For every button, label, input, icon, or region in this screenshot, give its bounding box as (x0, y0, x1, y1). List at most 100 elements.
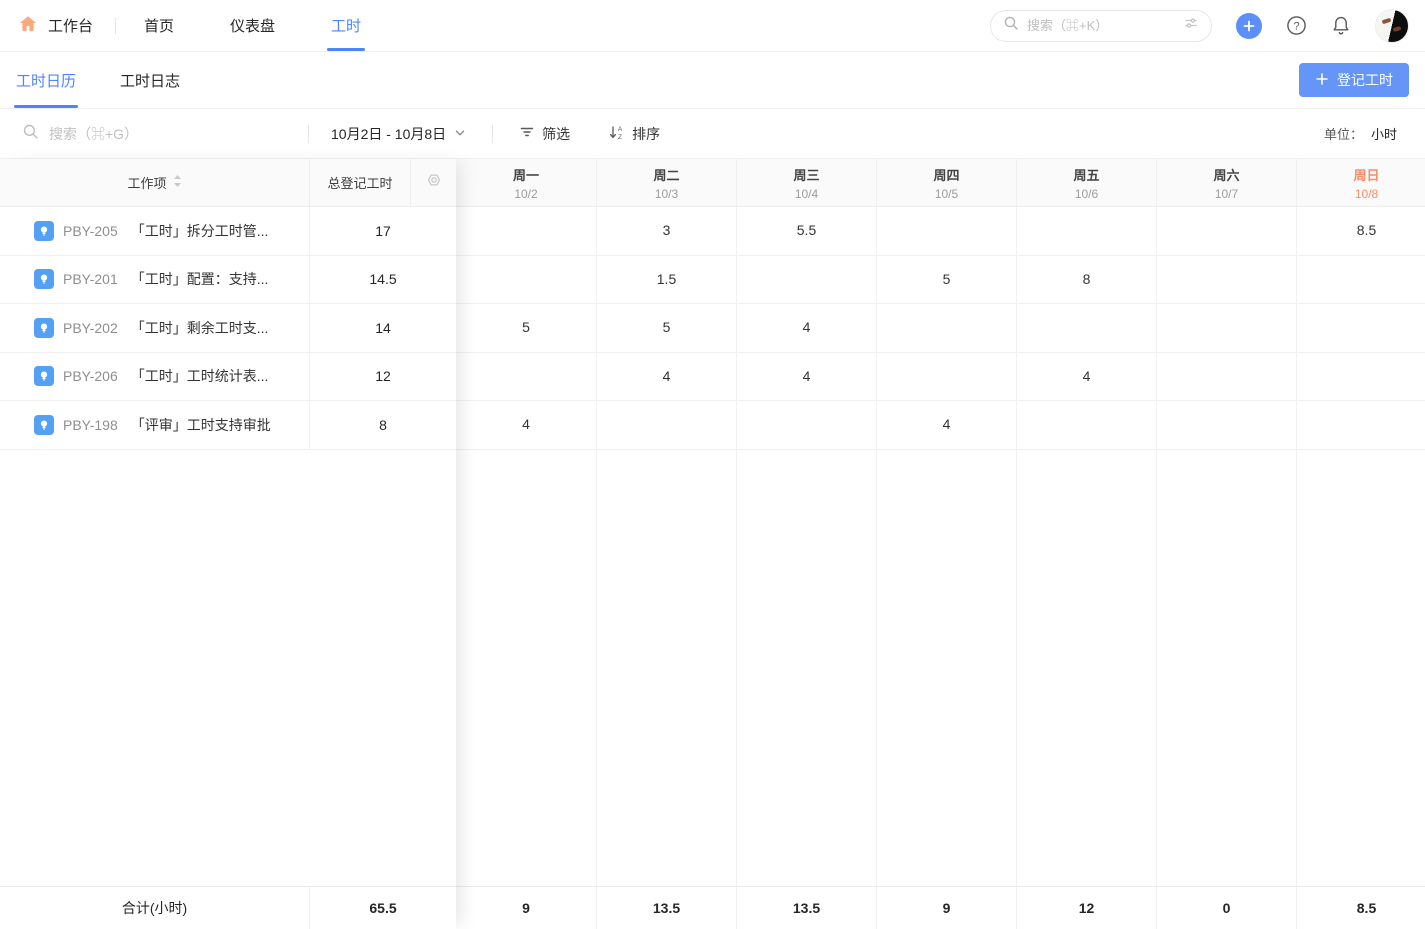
hours-cell[interactable] (597, 401, 736, 450)
work-item-cell[interactable]: PBY-202 「工时」剩余工时支... (0, 304, 310, 352)
day-header: 周六 10/7 (1157, 159, 1296, 207)
table-row[interactable]: PBY-201 「工时」配置：支持... 14.5 (0, 256, 456, 305)
hours-cell[interactable]: 4 (737, 304, 876, 353)
unit-selector[interactable]: 单位： 小时 (1324, 124, 1397, 143)
day-column-filler (597, 450, 736, 887)
hours-cell[interactable]: 4 (737, 353, 876, 402)
hours-cell[interactable]: 8 (1017, 256, 1156, 305)
table-row[interactable]: PBY-206 「工时」工时统计表... 12 (0, 353, 456, 402)
table-search[interactable] (22, 123, 308, 145)
help-icon[interactable]: ? (1286, 15, 1307, 36)
hours-cell[interactable] (1017, 207, 1156, 256)
work-item-id: PBY-202 (63, 320, 118, 336)
tab-hours-calendar[interactable]: 工时日历 (16, 52, 76, 108)
search-filter-icon[interactable] (1183, 15, 1199, 36)
footer-day-total: 8.5 (1297, 886, 1425, 929)
nav-item-hours[interactable]: 工时 (303, 0, 389, 51)
day-column-filler (1157, 450, 1296, 887)
hours-cell[interactable] (1297, 256, 1425, 305)
work-item-title: 「评审」工时支持审批 (131, 415, 271, 435)
hours-cell[interactable] (456, 207, 596, 256)
hours-cell[interactable]: 4 (456, 401, 596, 450)
create-button[interactable] (1236, 13, 1262, 39)
unit-value: 小时 (1371, 124, 1397, 143)
hours-cell[interactable] (877, 304, 1016, 353)
nav-item-home[interactable]: 首页 (116, 0, 202, 51)
hours-cell[interactable] (737, 256, 876, 305)
tab-label: 工时日志 (120, 70, 180, 91)
table-row[interactable]: PBY-198 「评审」工时支持审批 8 (0, 401, 456, 450)
search-icon (22, 123, 39, 145)
hours-cell[interactable]: 5 (877, 256, 1016, 305)
global-search[interactable] (990, 10, 1212, 42)
hours-calendar-table: 工作项 总登记工时 PBY-205 「工时」拆分工时管... 17 (0, 159, 1425, 929)
work-item-cell[interactable]: PBY-198 「评审」工时支持审批 (0, 401, 310, 449)
notifications-bell-icon[interactable] (1331, 15, 1351, 36)
work-item-cell[interactable]: PBY-206 「工时」工时统计表... (0, 353, 310, 401)
work-item-cell[interactable]: PBY-201 「工时」配置：支持... (0, 256, 310, 304)
work-item-id: PBY-205 (63, 223, 118, 239)
table-row[interactable]: PBY-205 「工时」拆分工时管... 17 (0, 207, 456, 256)
nav-item-dashboard[interactable]: 仪表盘 (202, 0, 303, 51)
total-hours-cell: 8 (310, 401, 456, 449)
day-column-sunday: 周日 10/8 8.5 8.5 (1296, 159, 1425, 929)
left-header-row: 工作项 总登记工时 (0, 159, 456, 207)
hours-cell[interactable] (877, 353, 1016, 402)
nav-item-label: 仪表盘 (230, 15, 275, 36)
hours-cell[interactable] (1297, 304, 1425, 353)
hours-cell[interactable] (1157, 207, 1296, 256)
day-header: 周三 10/4 (737, 159, 876, 207)
global-search-input[interactable] (1027, 18, 1175, 33)
hours-cell[interactable]: 5.5 (737, 207, 876, 256)
work-item-title: 「工时」剩余工时支... (131, 318, 269, 338)
hours-cell[interactable]: 4 (1017, 353, 1156, 402)
hours-cell[interactable] (1157, 353, 1296, 402)
hours-cell[interactable] (1157, 401, 1296, 450)
day-date: 10/5 (935, 187, 958, 201)
day-date: 10/3 (655, 187, 678, 201)
work-item-column-header[interactable]: 工作项 (0, 159, 310, 206)
hours-cell[interactable]: 4 (877, 401, 1016, 450)
nav-item-label: 工时 (331, 15, 361, 36)
hours-cell[interactable] (1017, 304, 1156, 353)
register-hours-button[interactable]: 登记工时 (1299, 63, 1409, 97)
work-item-type-icon (34, 269, 54, 289)
day-header: 周二 10/3 (597, 159, 736, 207)
filter-label: 筛选 (542, 124, 570, 144)
hours-cell[interactable] (456, 256, 596, 305)
nav-item-workbench[interactable]: 工作台 (18, 0, 115, 51)
search-icon (1003, 15, 1019, 36)
tab-label: 工时日历 (16, 70, 76, 91)
hours-cell[interactable] (1157, 304, 1296, 353)
hours-cell[interactable]: 1.5 (597, 256, 736, 305)
sort-az-icon: AZ (608, 124, 625, 144)
day-header-today: 周日 10/8 (1297, 159, 1425, 207)
hours-cell[interactable]: 8.5 (1297, 207, 1425, 256)
hours-cell[interactable] (1297, 401, 1425, 450)
hours-cell[interactable]: 3 (597, 207, 736, 256)
work-item-cell[interactable]: PBY-205 「工时」拆分工时管... (0, 207, 310, 255)
date-range-picker[interactable]: 10月2日 - 10月8日 (331, 124, 466, 144)
tab-hours-log[interactable]: 工时日志 (120, 52, 180, 108)
total-hours-cell: 14.5 (310, 256, 456, 304)
day-name: 周三 (793, 165, 819, 184)
register-hours-label: 登记工时 (1337, 70, 1393, 90)
table-row[interactable]: PBY-202 「工时」剩余工时支... 14 (0, 304, 456, 353)
column-settings-button[interactable] (410, 159, 456, 206)
user-avatar[interactable] (1375, 9, 1409, 43)
hours-cell[interactable]: 5 (597, 304, 736, 353)
hours-cell[interactable] (1297, 353, 1425, 402)
hours-cell[interactable] (1157, 256, 1296, 305)
day-date: 10/4 (795, 187, 818, 201)
hours-cell[interactable]: 5 (456, 304, 596, 353)
hours-cell[interactable] (737, 401, 876, 450)
hours-cell[interactable] (456, 353, 596, 402)
hours-cell[interactable] (1017, 401, 1156, 450)
filter-button[interactable]: 筛选 (519, 124, 570, 144)
hours-cell[interactable] (877, 207, 1016, 256)
sort-button[interactable]: AZ 排序 (608, 124, 660, 144)
top-nav: 工作台 首页 仪表盘 工时 ? (0, 0, 1425, 52)
left-footer-row: 合计(小时) 65.5 (0, 886, 456, 929)
hours-cell[interactable]: 4 (597, 353, 736, 402)
table-search-input[interactable] (49, 126, 249, 142)
